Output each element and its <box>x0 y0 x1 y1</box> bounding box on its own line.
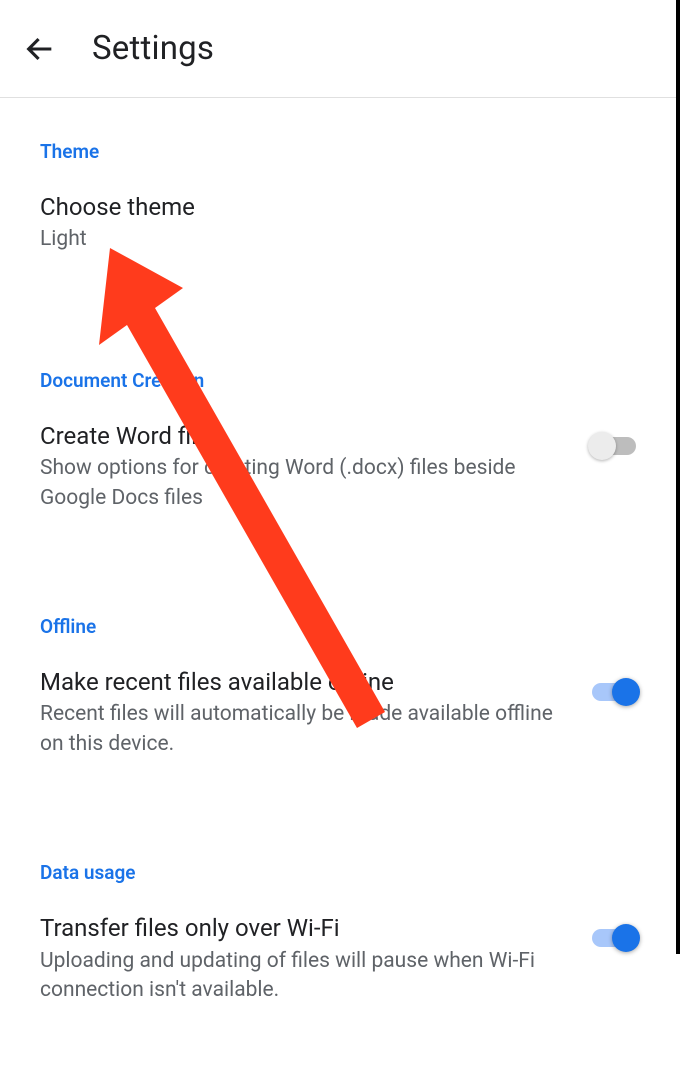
wifi-only-title: Transfer files only over Wi-Fi <box>40 912 568 944</box>
make-offline-desc: Recent files will automatically be made … <box>40 700 568 759</box>
choose-theme-value: Light <box>40 225 620 254</box>
create-word-toggle[interactable] <box>588 430 640 462</box>
create-word-title: Create Word files <box>40 420 568 452</box>
toggle-thumb <box>612 924 640 952</box>
wifi-only-row[interactable]: Transfer files only over Wi-Fi Uploading… <box>40 912 640 1005</box>
make-offline-text: Make recent files available offline Rece… <box>40 666 588 759</box>
choose-theme-title: Choose theme <box>40 191 620 223</box>
toggle-thumb <box>588 432 616 460</box>
section-theme-header: Theme <box>40 140 640 163</box>
page-title: Settings <box>92 29 214 68</box>
section-doc-creation-header: Document Creation <box>40 369 640 392</box>
wifi-only-toggle[interactable] <box>588 922 640 954</box>
choose-theme-text: Choose theme Light <box>40 191 640 255</box>
create-word-desc: Show options for creating Word (.docx) f… <box>40 454 568 513</box>
wifi-only-desc: Uploading and updating of files will pau… <box>40 947 568 1006</box>
make-offline-title: Make recent files available offline <box>40 666 568 698</box>
back-button[interactable] <box>20 29 60 69</box>
create-word-row[interactable]: Create Word files Show options for creat… <box>40 420 640 513</box>
window-border <box>676 0 680 954</box>
arrow-left-icon <box>23 32 57 66</box>
settings-content: Theme Choose theme Light Document Creati… <box>0 140 680 1065</box>
create-word-text: Create Word files Show options for creat… <box>40 420 588 513</box>
choose-theme-row[interactable]: Choose theme Light <box>40 191 640 255</box>
section-data-usage-header: Data usage <box>40 861 640 884</box>
app-header: Settings <box>0 0 680 98</box>
make-offline-row[interactable]: Make recent files available offline Rece… <box>40 666 640 759</box>
section-offline-header: Offline <box>40 615 640 638</box>
wifi-only-text: Transfer files only over Wi-Fi Uploading… <box>40 912 588 1005</box>
make-offline-toggle[interactable] <box>588 676 640 708</box>
toggle-thumb <box>612 678 640 706</box>
